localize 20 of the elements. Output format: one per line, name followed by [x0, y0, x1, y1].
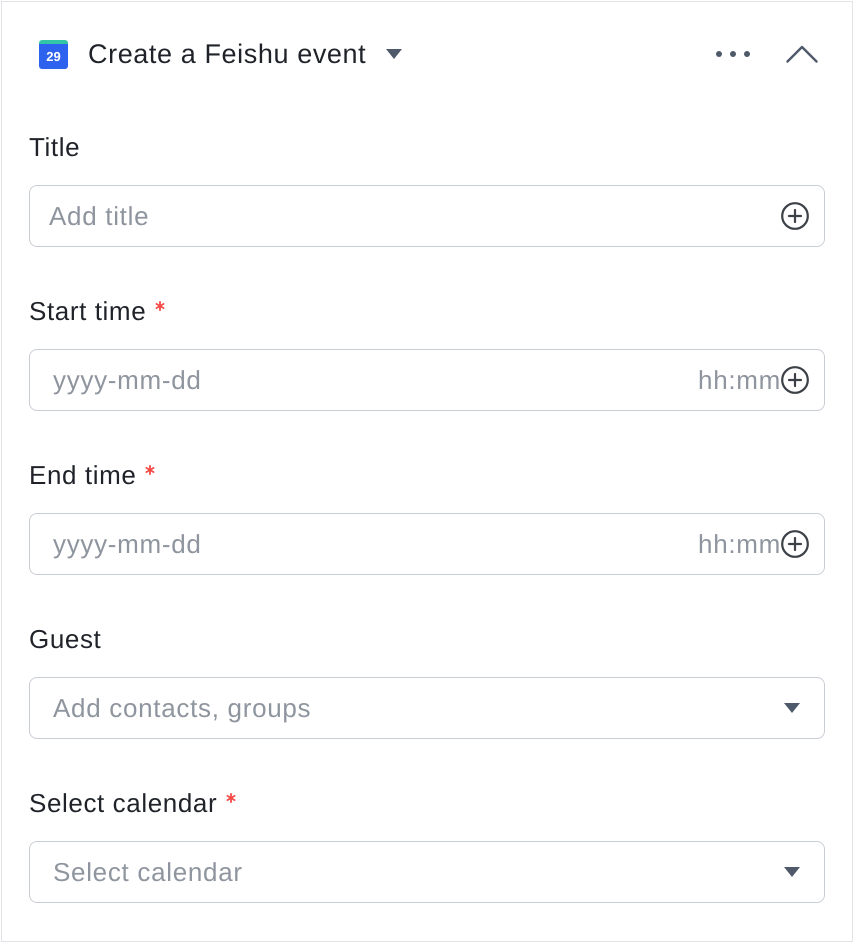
event-type-dropdown[interactable]: Create a Feishu event	[88, 38, 402, 70]
calendar-app-icon: 29	[39, 40, 68, 68]
field-label: Title	[29, 132, 80, 162]
add-icon[interactable]	[781, 366, 809, 394]
field-label: Guest	[29, 624, 102, 654]
caret-icon	[784, 703, 800, 713]
add-icon[interactable]	[781, 530, 809, 558]
select-dropdown-field[interactable]: Select calendar	[29, 841, 825, 903]
caret-icon	[386, 49, 402, 59]
caret-icon	[784, 867, 800, 877]
date-time-input-field[interactable]: yyyy-mm-dd hh:mm	[29, 513, 825, 575]
select-dropdown-field[interactable]: Add contacts, groups	[29, 677, 825, 739]
add-icon[interactable]	[781, 202, 809, 230]
more-icon[interactable]	[716, 51, 750, 57]
date-time-input-field[interactable]: yyyy-mm-dd hh:mm	[29, 349, 825, 411]
text-input-field[interactable]: Add title	[29, 185, 825, 247]
field-label: Start time	[29, 296, 146, 326]
collapse-icon[interactable]	[786, 45, 818, 63]
field-label: End time	[29, 460, 136, 490]
field-label: Select calendar	[29, 788, 218, 818]
